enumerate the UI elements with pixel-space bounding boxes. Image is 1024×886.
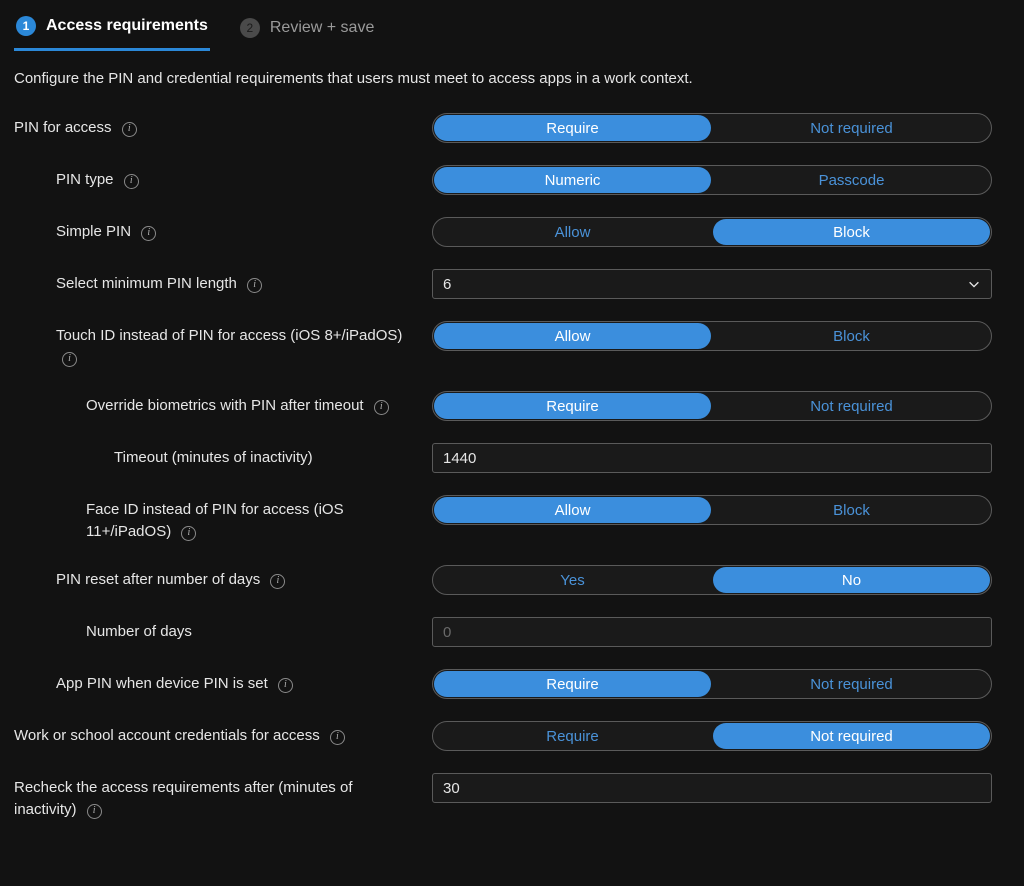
row-pin-type: PIN type i Numeric Passcode: [14, 165, 1010, 195]
label-app-pin: App PIN when device PIN is set: [56, 675, 268, 692]
wizard-tabs: 1 Access requirements 2 Review + save: [14, 10, 1010, 52]
step-badge-1: 1: [16, 16, 36, 36]
info-icon[interactable]: i: [181, 526, 196, 541]
label-pin-reset: PIN reset after number of days: [56, 571, 260, 588]
toggle-simple-pin[interactable]: Allow Block: [432, 217, 992, 247]
step-badge-2: 2: [240, 18, 260, 38]
option-allow[interactable]: Allow: [434, 323, 711, 349]
row-touch-id: Touch ID instead of PIN for access (iOS …: [14, 321, 1010, 369]
toggle-touch-id[interactable]: Allow Block: [432, 321, 992, 351]
option-yes[interactable]: Yes: [434, 567, 711, 593]
tab-review-save[interactable]: 2 Review + save: [238, 12, 377, 50]
toggle-work-school-creds[interactable]: Require Not required: [432, 721, 992, 751]
option-block[interactable]: Block: [713, 497, 990, 523]
row-simple-pin: Simple PIN i Allow Block: [14, 217, 1010, 247]
select-min-pin-length[interactable]: 6: [432, 269, 992, 299]
option-not-required[interactable]: Not required: [713, 723, 990, 749]
option-allow[interactable]: Allow: [434, 219, 711, 245]
label-override-biometrics: Override biometrics with PIN after timeo…: [86, 397, 364, 414]
label-timeout: Timeout (minutes of inactivity): [114, 449, 313, 466]
input-value: 30: [443, 780, 460, 797]
label-face-id: Face ID instead of PIN for access (iOS 1…: [86, 501, 344, 540]
label-min-pin-length: Select minimum PIN length: [56, 275, 237, 292]
info-icon[interactable]: i: [141, 226, 156, 241]
info-icon[interactable]: i: [270, 574, 285, 589]
row-recheck: Recheck the access requirements after (m…: [14, 773, 1010, 821]
option-numeric[interactable]: Numeric: [434, 167, 711, 193]
option-block[interactable]: Block: [713, 323, 990, 349]
row-min-pin-length: Select minimum PIN length i 6: [14, 269, 1010, 299]
toggle-app-pin[interactable]: Require Not required: [432, 669, 992, 699]
input-value: 1440: [443, 450, 476, 467]
label-touch-id: Touch ID instead of PIN for access (iOS …: [56, 327, 402, 344]
chevron-down-icon: [967, 277, 981, 291]
row-timeout: Timeout (minutes of inactivity) 1440: [14, 443, 1010, 473]
option-block[interactable]: Block: [713, 219, 990, 245]
info-icon[interactable]: i: [122, 122, 137, 137]
option-no[interactable]: No: [713, 567, 990, 593]
label-simple-pin: Simple PIN: [56, 223, 131, 240]
option-require[interactable]: Require: [434, 393, 711, 419]
option-not-required[interactable]: Not required: [713, 393, 990, 419]
page-description: Configure the PIN and credential require…: [14, 70, 1010, 87]
option-require[interactable]: Require: [434, 671, 711, 697]
option-not-required[interactable]: Not required: [713, 671, 990, 697]
input-value: 0: [443, 624, 451, 641]
option-not-required[interactable]: Not required: [713, 115, 990, 141]
toggle-face-id[interactable]: Allow Block: [432, 495, 992, 525]
select-value: 6: [443, 276, 451, 293]
label-number-of-days: Number of days: [86, 623, 192, 640]
info-icon[interactable]: i: [374, 400, 389, 415]
toggle-override-biometrics[interactable]: Require Not required: [432, 391, 992, 421]
option-allow[interactable]: Allow: [434, 497, 711, 523]
row-pin-for-access: PIN for access i Require Not required: [14, 113, 1010, 143]
tab-label: Access requirements: [46, 17, 208, 35]
option-require[interactable]: Require: [434, 723, 711, 749]
option-require[interactable]: Require: [434, 115, 711, 141]
input-number-of-days: 0: [432, 617, 992, 647]
info-icon[interactable]: i: [87, 804, 102, 819]
row-pin-reset: PIN reset after number of days i Yes No: [14, 565, 1010, 595]
row-app-pin: App PIN when device PIN is set i Require…: [14, 669, 1010, 699]
info-icon[interactable]: i: [62, 352, 77, 367]
row-override-biometrics: Override biometrics with PIN after timeo…: [14, 391, 1010, 421]
tab-access-requirements[interactable]: 1 Access requirements: [14, 10, 210, 51]
option-passcode[interactable]: Passcode: [713, 167, 990, 193]
label-pin-type: PIN type: [56, 171, 114, 188]
info-icon[interactable]: i: [330, 730, 345, 745]
info-icon[interactable]: i: [278, 678, 293, 693]
row-number-of-days: Number of days 0: [14, 617, 1010, 647]
info-icon[interactable]: i: [124, 174, 139, 189]
input-timeout[interactable]: 1440: [432, 443, 992, 473]
row-face-id: Face ID instead of PIN for access (iOS 1…: [14, 495, 1010, 543]
input-recheck[interactable]: 30: [432, 773, 992, 803]
label-recheck: Recheck the access requirements after (m…: [14, 779, 352, 818]
toggle-pin-reset[interactable]: Yes No: [432, 565, 992, 595]
row-work-school-creds: Work or school account credentials for a…: [14, 721, 1010, 751]
toggle-pin-for-access[interactable]: Require Not required: [432, 113, 992, 143]
tab-label: Review + save: [270, 19, 375, 37]
label-work-school-creds: Work or school account credentials for a…: [14, 727, 320, 744]
info-icon[interactable]: i: [247, 278, 262, 293]
toggle-pin-type[interactable]: Numeric Passcode: [432, 165, 992, 195]
label-pin-for-access: PIN for access: [14, 119, 112, 136]
